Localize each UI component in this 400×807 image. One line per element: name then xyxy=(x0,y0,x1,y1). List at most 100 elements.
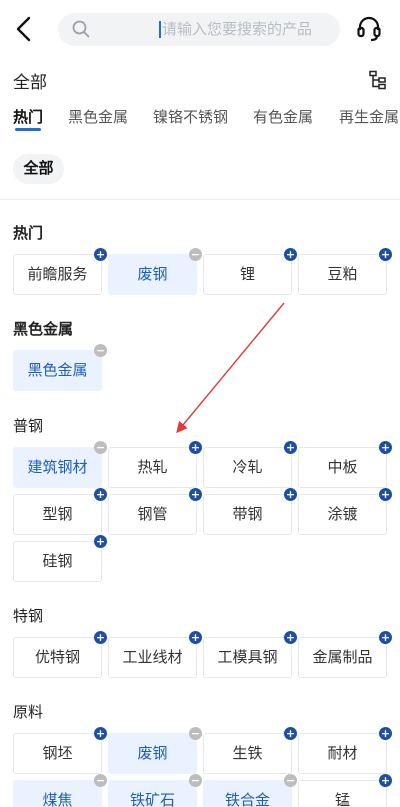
tab-ferrous[interactable]: 黑色金属 xyxy=(68,106,128,127)
category-item[interactable]: 废钢 − xyxy=(108,248,202,295)
add-badge-icon[interactable]: + xyxy=(94,248,107,261)
category-item-label: 工业线材 xyxy=(122,649,183,666)
category-item[interactable]: 豆粕 + xyxy=(298,248,392,295)
search-bar[interactable] xyxy=(58,13,340,46)
tab-nonferrous[interactable]: 有色金属 xyxy=(253,106,313,127)
section-title: 全部 xyxy=(13,73,47,92)
category-item[interactable]: 黑色金属 − xyxy=(13,344,107,391)
add-badge-icon[interactable]: + xyxy=(94,727,107,740)
category-item[interactable]: 涂镀 + xyxy=(298,488,392,535)
category-item-label: 优特钢 xyxy=(34,649,80,666)
category-item-label: 黑色金属 xyxy=(27,362,88,379)
tab-stainless[interactable]: 镍铬不锈钢 xyxy=(153,106,228,127)
category-item-label: 铁合金 xyxy=(224,792,270,807)
remove-badge-icon[interactable]: − xyxy=(189,774,202,787)
group-title: 普钢 xyxy=(13,418,44,435)
category-item[interactable]: 锂 + xyxy=(203,248,297,295)
text-cursor xyxy=(159,21,161,38)
category-item[interactable]: 钢坯 + xyxy=(13,727,107,774)
add-badge-icon[interactable]: + xyxy=(379,441,392,454)
category-item-label: 铁矿石 xyxy=(129,792,175,807)
chevron-left-icon xyxy=(16,16,31,42)
category-item-label: 金属制品 xyxy=(312,649,373,666)
add-badge-icon[interactable]: + xyxy=(189,488,202,501)
category-item[interactable]: 冷轧 + xyxy=(203,441,297,488)
back-button[interactable] xyxy=(12,14,36,44)
category-item[interactable]: 生铁 + xyxy=(203,727,297,774)
top-bar xyxy=(0,0,400,60)
category-item[interactable]: 铁矿石 − xyxy=(108,774,202,807)
category-item[interactable]: 带钢 + xyxy=(203,488,297,535)
category-item[interactable]: 优特钢 + xyxy=(13,631,107,678)
category-item[interactable]: 前瞻服务 + xyxy=(13,248,107,295)
category-item-label: 热轧 xyxy=(137,459,168,476)
add-badge-icon[interactable]: + xyxy=(284,248,297,261)
group-title: 热门 xyxy=(13,225,44,242)
category-item[interactable]: 建筑钢材 − xyxy=(13,441,107,488)
category-item-label: 锰 xyxy=(334,792,350,807)
add-badge-icon[interactable]: + xyxy=(189,631,202,644)
active-tab-indicator xyxy=(15,128,41,131)
category-item-label: 工模具钢 xyxy=(217,649,278,666)
category-item-label: 冷轧 xyxy=(232,459,263,476)
tree-structure-icon xyxy=(369,70,386,90)
category-item[interactable]: 中板 + xyxy=(298,441,392,488)
add-badge-icon[interactable]: + xyxy=(284,727,297,740)
search-input[interactable] xyxy=(162,13,332,46)
category-item-label: 耐材 xyxy=(327,745,358,762)
category-tabs: 热门 黑色金属 镍铬不锈钢 有色金属 再生金属 xyxy=(0,100,400,136)
filter-all-chip[interactable]: 全部 xyxy=(13,154,64,184)
add-badge-icon[interactable]: + xyxy=(379,774,392,787)
customer-service-button[interactable] xyxy=(356,15,382,43)
add-badge-icon[interactable]: + xyxy=(379,631,392,644)
category-item[interactable]: 耐材 + xyxy=(298,727,392,774)
remove-badge-icon[interactable]: − xyxy=(189,248,202,261)
add-badge-icon[interactable]: + xyxy=(379,248,392,261)
remove-badge-icon[interactable]: − xyxy=(94,774,107,787)
category-item-label: 硅钢 xyxy=(42,553,73,570)
category-item-label: 废钢 xyxy=(137,745,168,762)
add-badge-icon[interactable]: + xyxy=(94,488,107,501)
add-badge-icon[interactable]: + xyxy=(284,488,297,501)
category-item[interactable]: 铁合金 − xyxy=(203,774,297,807)
add-badge-icon[interactable]: + xyxy=(284,441,297,454)
category-item[interactable]: 硅钢 + xyxy=(13,535,107,582)
category-item-label: 废钢 xyxy=(137,266,168,283)
category-item-label: 钢坯 xyxy=(42,745,73,762)
add-badge-icon[interactable]: + xyxy=(94,631,107,644)
category-item-label: 涂镀 xyxy=(327,506,358,523)
category-item[interactable]: 工业线材 + xyxy=(108,631,202,678)
headset-icon xyxy=(357,16,381,42)
category-item-label: 钢管 xyxy=(137,506,168,523)
category-item[interactable]: 热轧 + xyxy=(108,441,202,488)
category-item[interactable]: 工模具钢 + xyxy=(203,631,297,678)
remove-badge-icon[interactable]: − xyxy=(284,774,297,787)
category-item-label: 锂 xyxy=(239,266,255,283)
category-item[interactable]: 钢管 + xyxy=(108,488,202,535)
category-item-label: 建筑钢材 xyxy=(27,459,88,476)
category-tree-button[interactable] xyxy=(368,70,388,90)
category-item-label: 中板 xyxy=(327,459,358,476)
tab-recycled[interactable]: 再生金属 xyxy=(339,106,399,127)
add-badge-icon[interactable]: + xyxy=(94,535,107,548)
group-title: 黑色金属 xyxy=(13,321,74,338)
category-item-label: 型钢 xyxy=(42,506,73,523)
category-item-label: 前瞻服务 xyxy=(27,266,88,283)
category-item-label: 煤焦 xyxy=(42,792,73,807)
add-badge-icon[interactable]: + xyxy=(379,488,392,501)
group-title: 原料 xyxy=(13,704,44,721)
add-badge-icon[interactable]: + xyxy=(379,727,392,740)
category-item[interactable]: 废钢 − xyxy=(108,727,202,774)
category-item[interactable]: 型钢 + xyxy=(13,488,107,535)
category-item-label: 带钢 xyxy=(232,506,263,523)
category-item[interactable]: 锰 + xyxy=(298,774,392,807)
category-item[interactable]: 金属制品 + xyxy=(298,631,392,678)
add-badge-icon[interactable]: + xyxy=(189,441,202,454)
remove-badge-icon[interactable]: − xyxy=(94,344,107,357)
divider xyxy=(0,199,400,200)
category-item[interactable]: 煤焦 − xyxy=(13,774,107,807)
remove-badge-icon[interactable]: − xyxy=(189,727,202,740)
add-badge-icon[interactable]: + xyxy=(284,631,297,644)
remove-badge-icon[interactable]: − xyxy=(94,441,107,454)
tab-hot[interactable]: 热门 xyxy=(13,106,43,127)
